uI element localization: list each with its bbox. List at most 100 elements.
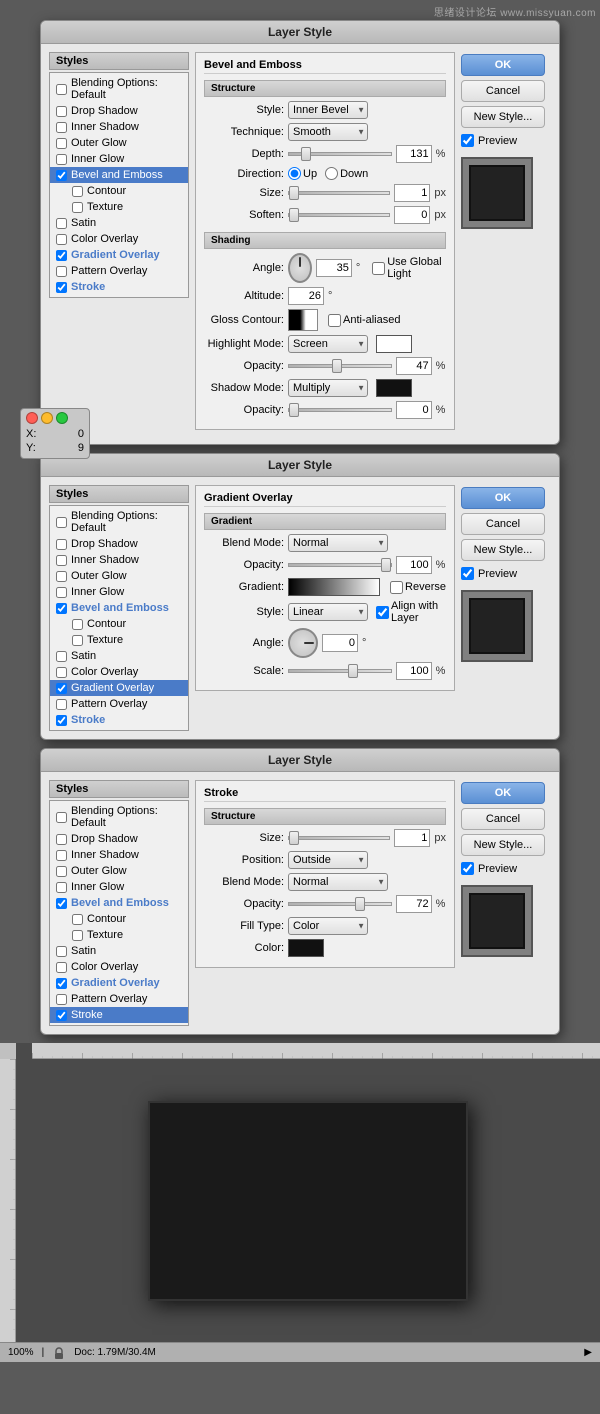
shadow-opacity-slider[interactable] bbox=[288, 408, 392, 412]
style2-satin-checkbox[interactable] bbox=[56, 651, 67, 662]
global-light-label[interactable]: Use Global Light bbox=[372, 256, 446, 280]
size-slider[interactable] bbox=[288, 191, 390, 195]
style3-pattern-overlay-checkbox[interactable] bbox=[56, 994, 67, 1005]
style2-inner-shadow-checkbox[interactable] bbox=[56, 555, 67, 566]
style3-texture[interactable]: Texture bbox=[50, 927, 188, 943]
style-bevel-emboss-checkbox[interactable] bbox=[56, 170, 67, 181]
style-texture[interactable]: Texture bbox=[50, 199, 188, 215]
new-style-button-2[interactable]: New Style... bbox=[461, 539, 545, 561]
technique-select[interactable]: Smooth bbox=[288, 123, 368, 141]
style-inner-glow[interactable]: Inner Glow bbox=[50, 151, 188, 167]
style3-drop-shadow-checkbox[interactable] bbox=[56, 834, 67, 845]
style-blending-checkbox[interactable] bbox=[56, 84, 67, 95]
style3-color-overlay[interactable]: Color Overlay bbox=[50, 959, 188, 975]
scale-input-2[interactable] bbox=[396, 662, 432, 680]
size-input[interactable] bbox=[394, 184, 430, 202]
style3-pattern-overlay[interactable]: Pattern Overlay bbox=[50, 991, 188, 1007]
cancel-button-3[interactable]: Cancel bbox=[461, 808, 545, 830]
opacity-slider-2[interactable] bbox=[288, 563, 392, 567]
style2-bevel-checkbox[interactable] bbox=[56, 603, 67, 614]
style-inner-shadow[interactable]: Inner Shadow bbox=[50, 119, 188, 135]
style2-drop-shadow-checkbox[interactable] bbox=[56, 539, 67, 550]
direction-up-radio[interactable] bbox=[288, 167, 301, 180]
style2-gradient-overlay[interactable]: Gradient Overlay bbox=[50, 680, 188, 696]
align-with-layer-checkbox[interactable] bbox=[376, 606, 389, 619]
style2-outer-glow-checkbox[interactable] bbox=[56, 571, 67, 582]
style2-color-overlay-checkbox[interactable] bbox=[56, 667, 67, 678]
style3-contour[interactable]: Contour bbox=[50, 911, 188, 927]
style3-inner-glow-checkbox[interactable] bbox=[56, 882, 67, 893]
style-outer-glow-checkbox[interactable] bbox=[56, 138, 67, 149]
depth-slider[interactable] bbox=[288, 152, 392, 156]
direction-down-radio[interactable] bbox=[325, 167, 338, 180]
shadow-opacity-input[interactable] bbox=[396, 401, 432, 419]
cancel-button-1[interactable]: Cancel bbox=[461, 80, 545, 102]
style-select[interactable]: Inner Bevel bbox=[288, 101, 368, 119]
style-inner-glow-checkbox[interactable] bbox=[56, 154, 67, 165]
style2-inner-shadow[interactable]: Inner Shadow bbox=[50, 552, 188, 568]
highlight-opacity-input[interactable] bbox=[396, 357, 432, 375]
stroke-opacity-input[interactable] bbox=[396, 895, 432, 913]
style-select-2[interactable]: Linear bbox=[288, 603, 368, 621]
preview-checkbox-3[interactable] bbox=[461, 862, 474, 875]
style2-blending[interactable]: Blending Options: Default bbox=[50, 508, 188, 536]
direction-down-label[interactable]: Down bbox=[325, 167, 368, 180]
style-contour-checkbox[interactable] bbox=[72, 186, 83, 197]
style3-stroke[interactable]: Stroke bbox=[50, 1007, 188, 1023]
contour-thumb[interactable] bbox=[288, 309, 318, 331]
angle-input-2[interactable] bbox=[322, 634, 358, 652]
preview-toggle-2[interactable]: Preview bbox=[461, 567, 551, 580]
style2-satin[interactable]: Satin bbox=[50, 648, 188, 664]
ok-button-3[interactable]: OK bbox=[461, 782, 545, 804]
reverse-label[interactable]: Reverse bbox=[390, 581, 446, 594]
altitude-input[interactable] bbox=[288, 287, 324, 305]
style-outer-glow[interactable]: Outer Glow bbox=[50, 135, 188, 151]
style2-pattern-overlay-checkbox[interactable] bbox=[56, 699, 67, 710]
style3-gradient-overlay-checkbox[interactable] bbox=[56, 978, 67, 989]
preview-checkbox-1[interactable] bbox=[461, 134, 474, 147]
cancel-button-2[interactable]: Cancel bbox=[461, 513, 545, 535]
style2-blending-checkbox[interactable] bbox=[56, 517, 67, 528]
style2-bevel[interactable]: Bevel and Emboss bbox=[50, 600, 188, 616]
style-texture-checkbox[interactable] bbox=[72, 202, 83, 213]
new-style-button-3[interactable]: New Style... bbox=[461, 834, 545, 856]
stroke-opacity-slider[interactable] bbox=[288, 902, 392, 906]
angle-dial-2[interactable] bbox=[288, 628, 318, 658]
style3-stroke-checkbox[interactable] bbox=[56, 1010, 67, 1021]
style3-color-overlay-checkbox[interactable] bbox=[56, 962, 67, 973]
align-with-layer-label[interactable]: Align with Layer bbox=[376, 600, 446, 624]
shadow-mode-select[interactable]: Multiply bbox=[288, 379, 368, 397]
style3-blending-checkbox[interactable] bbox=[56, 812, 67, 823]
tl-red[interactable] bbox=[26, 412, 38, 424]
style-blending-options[interactable]: Blending Options: Default bbox=[50, 75, 188, 103]
preview-checkbox-2[interactable] bbox=[461, 567, 474, 580]
style3-inner-shadow-checkbox[interactable] bbox=[56, 850, 67, 861]
new-style-button-1[interactable]: New Style... bbox=[461, 106, 545, 128]
soften-input[interactable] bbox=[394, 206, 430, 224]
preview-toggle-1[interactable]: Preview bbox=[461, 134, 551, 147]
highlight-mode-select[interactable]: Screen bbox=[288, 335, 368, 353]
ok-button-2[interactable]: OK bbox=[461, 487, 545, 509]
style3-outer-glow[interactable]: Outer Glow bbox=[50, 863, 188, 879]
ok-button-1[interactable]: OK bbox=[461, 54, 545, 76]
direction-up-label[interactable]: Up bbox=[288, 167, 317, 180]
reverse-checkbox[interactable] bbox=[390, 581, 403, 594]
depth-input[interactable] bbox=[396, 145, 432, 163]
style2-contour[interactable]: Contour bbox=[50, 616, 188, 632]
fill-type-select[interactable]: Color bbox=[288, 917, 368, 935]
style3-blending[interactable]: Blending Options: Default bbox=[50, 803, 188, 831]
style2-contour-checkbox[interactable] bbox=[72, 619, 83, 630]
style-bevel-emboss[interactable]: Bevel and Emboss bbox=[50, 167, 188, 183]
style2-stroke[interactable]: Stroke bbox=[50, 712, 188, 728]
stroke-blend-select[interactable]: Normal bbox=[288, 873, 388, 891]
tl-green[interactable] bbox=[56, 412, 68, 424]
highlight-opacity-slider[interactable] bbox=[288, 364, 392, 368]
style-pattern-overlay-checkbox[interactable] bbox=[56, 266, 67, 277]
style2-stroke-checkbox[interactable] bbox=[56, 715, 67, 726]
style-satin[interactable]: Satin bbox=[50, 215, 188, 231]
style-satin-checkbox[interactable] bbox=[56, 218, 67, 229]
stroke-size-slider[interactable] bbox=[288, 836, 390, 840]
style2-gradient-overlay-checkbox[interactable] bbox=[56, 683, 67, 694]
style2-texture-checkbox[interactable] bbox=[72, 635, 83, 646]
style3-bevel-checkbox[interactable] bbox=[56, 898, 67, 909]
